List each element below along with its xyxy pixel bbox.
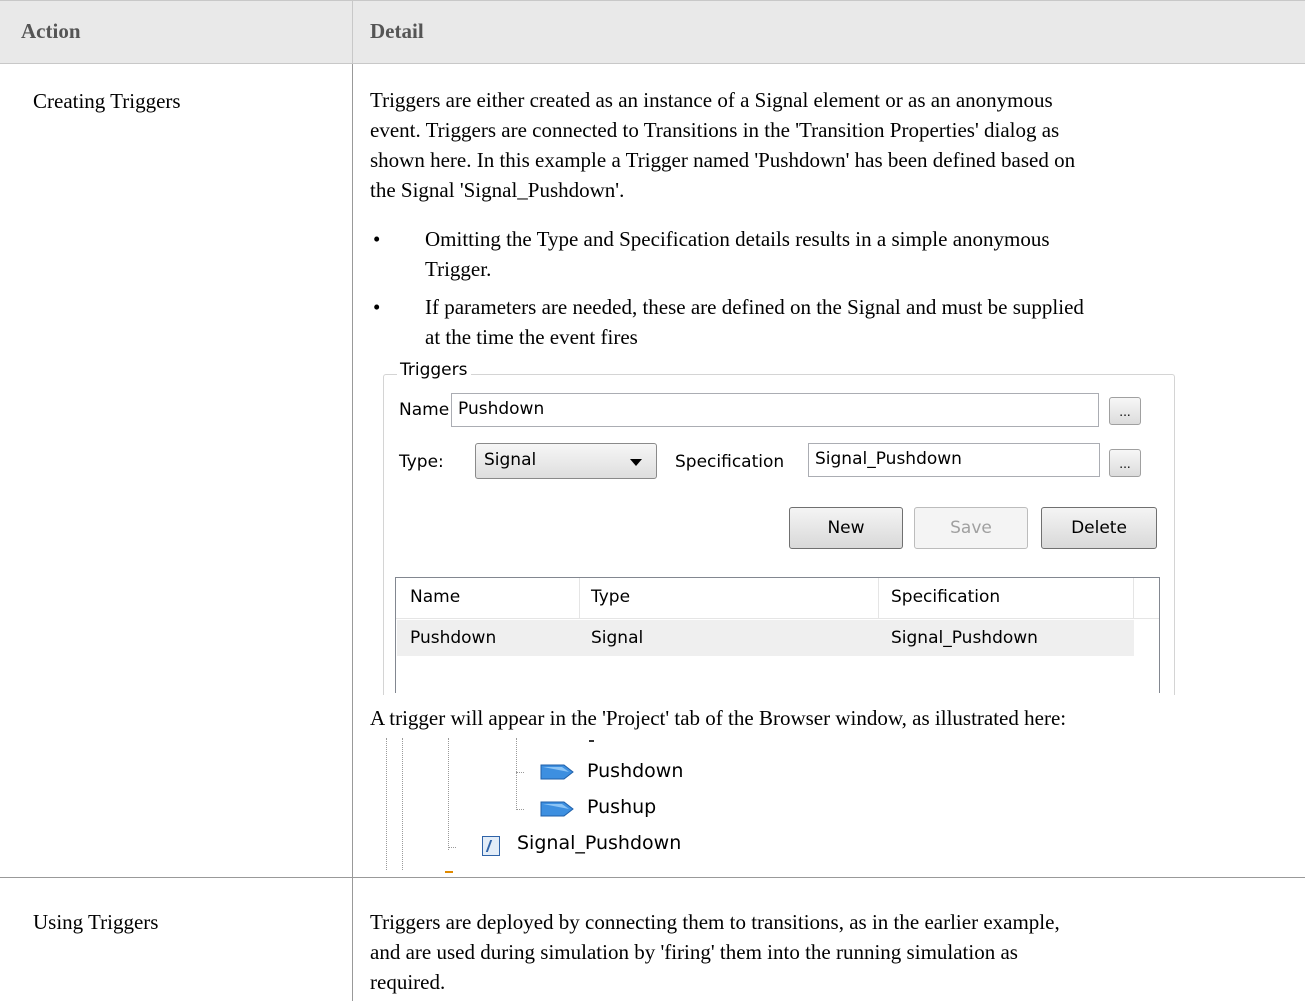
tree-branch <box>516 772 524 773</box>
name-label: Name: <box>399 400 455 420</box>
tree-guide-line <box>386 738 387 870</box>
text-line: shown here. In this example a Trigger na… <box>370 148 1076 172</box>
column-header-specification[interactable]: Specification <box>891 587 1000 607</box>
column-divider <box>352 877 353 1001</box>
type-label: Type: <box>399 452 444 472</box>
text-line: Omitting the Type and Specification deta… <box>425 227 1050 251</box>
specification-browse-button[interactable]: ... <box>1109 449 1141 477</box>
list-header: Name Type Specification <box>396 578 1159 619</box>
browser-paragraph: A trigger will appear in the 'Project' t… <box>370 706 1067 730</box>
header-detail: Detail <box>370 19 424 43</box>
tree-item-signal-pushdown[interactable]: Signal_Pushdown <box>517 832 681 854</box>
tree-branch <box>448 847 456 848</box>
column-divider <box>352 0 353 64</box>
triggers-list[interactable]: Name Type Specification Pushdown Signal … <box>395 577 1160 693</box>
cut-off-icon <box>445 871 453 873</box>
specification-label: Specification <box>675 452 785 472</box>
table-header: Action Detail <box>0 0 1305 64</box>
chevron-down-icon <box>630 459 642 466</box>
bullet-icon: • <box>373 227 381 251</box>
text-line: Triggers are either created as an instan… <box>370 88 1053 112</box>
cut-off-icon <box>589 740 594 742</box>
action-creating-triggers: Creating Triggers <box>33 89 181 113</box>
text-line: and are used during simulation by 'firin… <box>370 940 1018 964</box>
text-line: required. <box>370 970 446 994</box>
row-name: Pushdown <box>410 628 497 648</box>
new-button[interactable]: New <box>789 507 903 549</box>
tree-item-pushdown[interactable]: Pushdown <box>587 760 683 782</box>
browser-tree-screenshot: Pushdown Pushup Signal_Pushdown <box>383 738 723 874</box>
tree-item-pushup[interactable]: Pushup <box>587 796 656 818</box>
row-type: Signal <box>591 628 644 648</box>
row-specification: Signal_Pushdown <box>891 628 1038 648</box>
text-line: Triggers are deployed by connecting them… <box>370 910 1060 934</box>
triggers-group-label: Triggers <box>397 360 471 380</box>
name-browse-button[interactable]: ... <box>1109 397 1141 425</box>
text-line: at the time the event fires <box>425 325 638 349</box>
column-header-type[interactable]: Type <box>591 587 630 607</box>
column-header-name[interactable]: Name <box>410 587 460 607</box>
delete-button[interactable]: Delete <box>1041 507 1157 549</box>
column-separator <box>1133 578 1134 618</box>
text-line: If parameters are needed, these are defi… <box>425 295 1084 319</box>
type-select[interactable]: Signal <box>475 443 657 479</box>
signal-icon <box>482 836 500 856</box>
specification-field[interactable]: Signal_Pushdown <box>808 443 1100 477</box>
type-select-value: Signal <box>484 450 537 470</box>
document-table: Action Detail Creating Triggers Triggers… <box>0 0 1305 1001</box>
intro-paragraph: Triggers are either created as an instan… <box>370 85 1285 205</box>
tree-guide-line <box>448 738 449 850</box>
using-triggers-paragraph: Triggers are deployed by connecting them… <box>370 907 1285 997</box>
action-using-triggers: Using Triggers <box>33 910 159 934</box>
column-separator <box>878 578 879 618</box>
tree-guide-line <box>402 738 403 870</box>
tree-branch <box>516 809 524 810</box>
column-divider <box>352 64 353 877</box>
save-button[interactable]: Save <box>914 507 1028 549</box>
bullet-icon: • <box>373 295 381 319</box>
text-line: the Signal 'Signal_Pushdown'. <box>370 178 625 202</box>
name-field[interactable]: Pushdown <box>451 393 1099 427</box>
trigger-icon <box>540 801 574 817</box>
tree-guide-line <box>516 738 517 810</box>
row-divider <box>0 877 1305 878</box>
header-action: Action <box>21 19 81 43</box>
text-line: Trigger. <box>425 257 492 281</box>
text-line: event. Triggers are connected to Transit… <box>370 118 1060 142</box>
column-separator <box>579 578 580 618</box>
trigger-icon <box>540 764 574 780</box>
triggers-dialog-screenshot: Triggers Name: Pushdown ... Type: Signal… <box>383 360 1175 695</box>
